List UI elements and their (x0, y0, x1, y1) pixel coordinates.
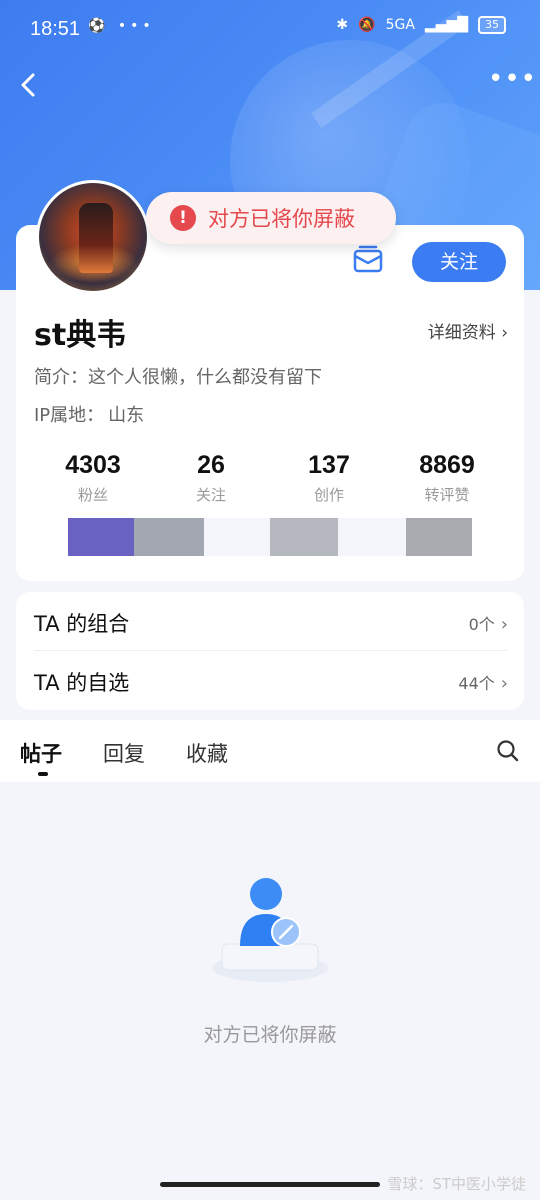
message-button[interactable] (352, 245, 384, 275)
signal-icon: ▂▄▆█ (424, 17, 468, 33)
home-indicator[interactable] (160, 1182, 380, 1187)
badge-placeholder (406, 518, 472, 556)
more-dots-icon: ••• (488, 64, 538, 94)
badges-row (34, 518, 474, 558)
status-bar: 18:51 ⚽ ••• ✱ 🔕 5GA ▂▄▆█ 35 (0, 0, 540, 60)
stat-label: 粉丝 (77, 486, 108, 504)
stats-row: 4303 粉丝 26 关注 137 创作 8869 转评赞 (34, 448, 506, 505)
bluetooth-icon: ✱ (336, 17, 349, 33)
ip-location: IP属地： 山东 (34, 401, 144, 427)
tab-replies[interactable]: 回复 (103, 738, 145, 768)
badge-placeholder (204, 518, 270, 556)
stat-label: 创作 (313, 486, 344, 504)
chevron-left-icon (21, 73, 35, 97)
status-time: 18:51 (30, 18, 81, 40)
chevron-right-icon: › (501, 323, 508, 343)
chevron-right-icon: › (500, 673, 508, 694)
search-icon (497, 740, 519, 762)
notification-icons: ⚽ ••• (88, 18, 155, 34)
stat-value: 137 (308, 451, 350, 479)
list-item-count: 44个 (458, 674, 495, 693)
stat-value: 26 (197, 451, 225, 479)
blocked-user-illustration (200, 868, 340, 988)
watermark: 雪球：ST中医小学徒 (387, 1175, 526, 1193)
mute-icon: 🔕 (358, 17, 376, 33)
ip-value: 山东 (108, 405, 145, 426)
mail-icon (353, 245, 383, 273)
status-right-icons: ✱ 🔕 5GA ▂▄▆█ 35 (336, 16, 506, 34)
avatar[interactable] (36, 180, 150, 294)
badge-placeholder (134, 518, 204, 556)
toast-text: 对方已将你屏蔽 (208, 207, 355, 231)
badge-placeholder (68, 518, 134, 556)
stat-followers[interactable]: 4303 粉丝 (34, 448, 152, 505)
blocked-user-icon (212, 878, 328, 982)
stat-interactions[interactable]: 8869 转评赞 (388, 448, 506, 505)
more-options-button[interactable]: ••• (488, 66, 536, 98)
list-item-watchlist[interactable]: TA 的自选 44个 › (34, 653, 508, 711)
battery-icon: 35 (478, 16, 506, 34)
content-tabs: 帖子 回复 收藏 (0, 720, 540, 782)
chevron-right-icon: › (500, 614, 508, 635)
badge-placeholder (270, 518, 338, 556)
detail-link-label: 详细资料 (427, 323, 496, 343)
tab-favorites[interactable]: 收藏 (186, 738, 228, 768)
list-item-title: TA 的组合 (34, 612, 130, 636)
ip-label: IP属地： (34, 405, 105, 426)
detail-profile-link[interactable]: 详细资料 › (428, 318, 508, 343)
list-item-meta: 44个 › (458, 670, 508, 694)
list-item-title: TA 的自选 (34, 671, 130, 695)
stat-posts[interactable]: 137 创作 (270, 448, 388, 505)
avatar-figure (79, 203, 113, 273)
badge-placeholder (338, 518, 406, 556)
empty-state-text: 对方已将你屏蔽 (203, 1024, 337, 1046)
blocked-toast: ! 对方已将你屏蔽 (146, 192, 396, 244)
stat-label: 转评赞 (424, 486, 470, 504)
follow-button[interactable]: 关注 (412, 242, 506, 282)
stat-following[interactable]: 26 关注 (152, 448, 270, 505)
bio-text: 简介：这个人很懒，什么都没有留下 (34, 367, 322, 388)
list-item-count: 0个 (468, 615, 495, 634)
search-button[interactable] (496, 739, 520, 763)
list-item-portfolio[interactable]: TA 的组合 0个 › (34, 594, 508, 652)
alert-icon: ! (170, 205, 196, 231)
tab-posts[interactable]: 帖子 (20, 738, 62, 768)
back-button[interactable] (14, 70, 44, 100)
stat-label: 关注 (195, 486, 226, 504)
list-item-meta: 0个 › (469, 611, 508, 635)
list-card: TA 的组合 0个 › TA 的自选 44个 › (16, 592, 524, 710)
divider (34, 650, 508, 651)
stat-value: 8869 (419, 451, 475, 479)
network-label: 5GA (385, 17, 415, 33)
stat-value: 4303 (65, 451, 121, 479)
username: st典韦 (34, 318, 127, 353)
active-tab-indicator (38, 772, 48, 776)
